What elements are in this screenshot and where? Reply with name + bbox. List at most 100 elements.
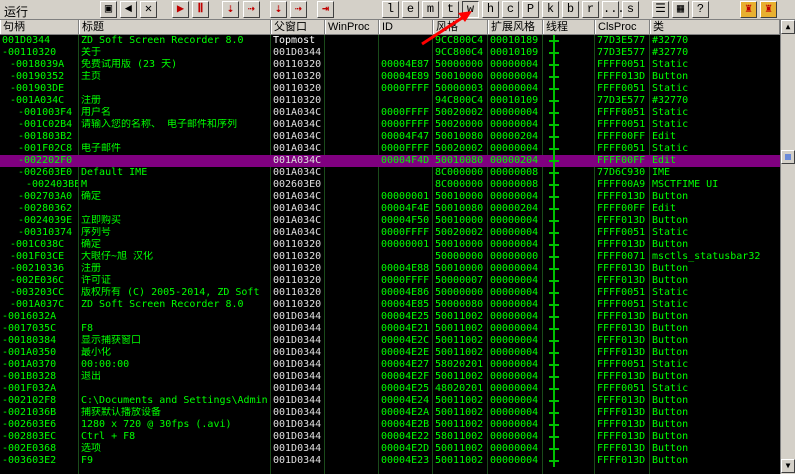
window-list-app: 运行 ▣ ◄ ✕ ▶ Ⅱ ⇣ ⇢ ⇣ ⇢ ⇥ ☰ ▦? ♜ ♜ l e m t w h c Pk b r... s 句柄 标题父… <box>0 0 795 474</box>
cell-title: 选项 <box>81 443 101 454</box>
table-row[interactable]: -002202F0 001A034C 00004F4D 50010080 0000020… <box>0 155 780 167</box>
cell-handle: -00210336 <box>10 263 65 274</box>
table-row[interactable]: -00310374 序列号 001A034C 0000FFFF 50020002 0000… <box>0 227 780 239</box>
table-row[interactable]: -002703A0 确定 001A034C 00000001 50010000 00000… <box>0 191 780 203</box>
left-arrow-icon[interactable]: ◄ <box>120 1 137 18</box>
table-row[interactable]: -001A037C ZD Soft Screen Recorder 8.0 0011… <box>0 299 780 311</box>
table-row[interactable]: -002803EC Ctrl + F8 001D0344 00004E22 580110… <box>0 431 780 443</box>
letter-button[interactable]: w <box>462 1 479 18</box>
letter-button[interactable]: e <box>402 1 419 18</box>
table-row[interactable]: -001F02C8 电子邮件 001A034C 0000FFFF 50020002 000… <box>0 143 780 155</box>
table-row[interactable]: -001B0328 退出 001D0344 00004E2F 50011002 00000… <box>0 371 780 383</box>
table-row[interactable]: -00210336 注册 00110320 00004E88 50010000 00000… <box>0 263 780 275</box>
letter-button[interactable]: m <box>422 1 439 18</box>
table-row[interactable]: -001C038C 确定 00110320 00000001 50010000 00000… <box>0 239 780 251</box>
scroll-up-icon[interactable]: ▲ <box>781 20 795 34</box>
table-row[interactable]: -003203CC 版权所有 (C) 2005-2014, ZD Soft 0011… <box>0 287 780 299</box>
close-x-icon[interactable]: ✕ <box>140 1 157 18</box>
table-row[interactable]: -002403BE M 002603E0 8C000000 00000008 FFFF00… <box>0 179 780 191</box>
letter-button[interactable]: b <box>562 1 579 18</box>
table-row[interactable]: -0017035C F8 001D0344 00004E21 50011002 00000… <box>0 323 780 335</box>
cell-id: 00000001 <box>381 239 430 250</box>
plugin2-icon[interactable]: ♜ <box>760 1 777 18</box>
column-header-class[interactable]: 类 <box>650 20 780 34</box>
column-header-winproc[interactable]: WinProc <box>325 20 379 34</box>
table-row[interactable]: -001C02B4 请输入您的名称、 电子邮件和序列 001A034C 0000FFF… <box>0 119 780 131</box>
plugin1-icon[interactable]: ♜ <box>740 1 757 18</box>
table-row[interactable]: -0018039A 免费试用版 (23 天) 00110320 00004E87 500… <box>0 59 780 71</box>
thread-marker-icon <box>548 143 560 155</box>
table-row[interactable]: -001003F4 用户名 001A034C 0000FFFF 50020002 0000… <box>0 107 780 119</box>
letter-button[interactable]: l <box>382 1 399 18</box>
table-row[interactable]: -002E036C 许可证 00110320 0000FFFF 50000007 0000… <box>0 275 780 287</box>
cell-class: MSCTFIME UI <box>652 179 719 190</box>
vertical-scrollbar[interactable]: ▲ ▼ <box>780 20 795 474</box>
letter-button[interactable]: h <box>482 1 499 18</box>
table-row[interactable]: -001F03CE 大眼仔~旭 汉化 00110320 50000000 000000… <box>0 251 780 263</box>
table-row[interactable]: -002603E0 Default IME 001A034C 8C000000 0000… <box>0 167 780 179</box>
letter-button[interactable]: ... <box>602 1 625 18</box>
table-row[interactable]: -0024039E 立即购买 001A034C 00004F50 50010000 000… <box>0 215 780 227</box>
cell-handle: -002403BE <box>26 179 78 190</box>
cell-handle: -001803B2 <box>18 131 73 142</box>
table-row[interactable]: 001D0344 ZD Soft Screen Recorder 8.0 Topmo… <box>0 35 780 47</box>
table-row[interactable]: -001F032A 001D0344 00004E25 48020201 0000000… <box>0 383 780 395</box>
letter-button[interactable]: t <box>442 1 459 18</box>
table-row[interactable]: -00280362 001A034C 00004F4E 50010080 0000020… <box>0 203 780 215</box>
column-header-handle[interactable]: 句柄 <box>0 20 79 34</box>
table-row[interactable]: -00190352 主页 00110320 00004E89 50010000 00000… <box>0 71 780 83</box>
table-row[interactable]: -001A0370 00:00:00 001D0344 00004E27 5802020… <box>0 359 780 371</box>
letter-button[interactable]: c <box>502 1 519 18</box>
column-header-id[interactable]: ID <box>379 20 433 34</box>
column-header-parent[interactable]: 父窗口 <box>271 20 325 34</box>
cell-handle: -001F02C8 <box>18 143 73 154</box>
pause-icon[interactable]: Ⅱ <box>192 1 209 18</box>
cell-class: Button <box>652 395 689 406</box>
table-row[interactable]: -00110320 关于 001D0344 9CC800C4 00010109 77D3E… <box>0 47 780 59</box>
scroll-thumb[interactable] <box>781 150 795 164</box>
table-row[interactable]: -003603E2 F9 001D0344 00004E23 50011002 00000… <box>0 455 780 467</box>
cell-clsproc: 77D3E577 <box>597 47 646 58</box>
list-icon[interactable]: ☰ <box>652 1 669 18</box>
cell-handle: -0017035C <box>2 323 57 334</box>
open-icon[interactable]: ▣ <box>100 1 117 18</box>
table-row[interactable]: -0021036B 捕获默认播放设备 001D0344 00004E2A 5001100… <box>0 407 780 419</box>
table-row[interactable]: -002102F8 C:\Documents and Settings\Admin… <box>0 395 780 407</box>
scroll-down-icon[interactable]: ▼ <box>781 459 795 473</box>
letter-button[interactable]: k <box>542 1 559 18</box>
cell-title <box>81 131 270 143</box>
run-menu-label[interactable]: 运行 <box>4 3 28 20</box>
table-row[interactable]: -001A0350 最小化 001D0344 00004E2E 50011002 0000… <box>0 347 780 359</box>
table-row[interactable]: -002603E6 1280 x 720 @ 30fps (.avi) 001D03… <box>0 419 780 431</box>
cell-id <box>381 95 432 107</box>
cell-id: 0000FFFF <box>381 119 430 130</box>
letter-button[interactable]: s <box>622 1 639 18</box>
column-header-title[interactable]: 标题 <box>79 20 271 34</box>
column-header-thread[interactable]: 线程 <box>543 20 595 34</box>
trace-into-icon[interactable]: ⇣ <box>270 1 287 18</box>
cell-title: F8 <box>81 323 94 334</box>
help-icon[interactable]: ? <box>692 1 709 18</box>
trace-over-icon[interactable]: ⇢ <box>290 1 307 18</box>
step-into-icon[interactable]: ⇣ <box>222 1 239 18</box>
table-row[interactable]: -0016032A 001D0344 00004E25 50011002 0000000… <box>0 311 780 323</box>
cell-winproc <box>327 419 378 431</box>
letter-button[interactable]: r <box>582 1 599 18</box>
column-header-exstyle[interactable]: 扩展风格 <box>488 20 543 34</box>
column-header-clsproc[interactable]: ClsProc <box>595 20 650 34</box>
run-icon[interactable]: ▶ <box>172 1 189 18</box>
table-row[interactable]: -001803B2 001A034C 00004F47 50010080 0000020… <box>0 131 780 143</box>
table-row[interactable]: -00180384 显示捕获窗口 001D0344 00004E2C 50011002 0… <box>0 335 780 347</box>
execute-till-return-icon[interactable]: ⇥ <box>317 1 334 18</box>
step-over-icon[interactable]: ⇢ <box>243 1 260 18</box>
thread-marker-icon <box>548 191 560 203</box>
letter-button[interactable]: P <box>522 1 539 18</box>
table-row[interactable]: -002E0368 选项 001D0344 00004E2D 50011002 00000… <box>0 443 780 455</box>
cell-handle: -002703A0 <box>18 191 73 202</box>
cell-parent: 00110320 <box>273 263 322 274</box>
table-row[interactable]: -001903DE 00110320 0000FFFF 50000003 0000000… <box>0 83 780 95</box>
cell-class: Edit <box>652 131 677 142</box>
table-row[interactable]: -001A034C 注册 00110320 94C800C4 00010109 77D3E… <box>0 95 780 107</box>
column-header-style[interactable]: 风格 <box>433 20 488 34</box>
grid-icon[interactable]: ▦ <box>672 1 689 18</box>
